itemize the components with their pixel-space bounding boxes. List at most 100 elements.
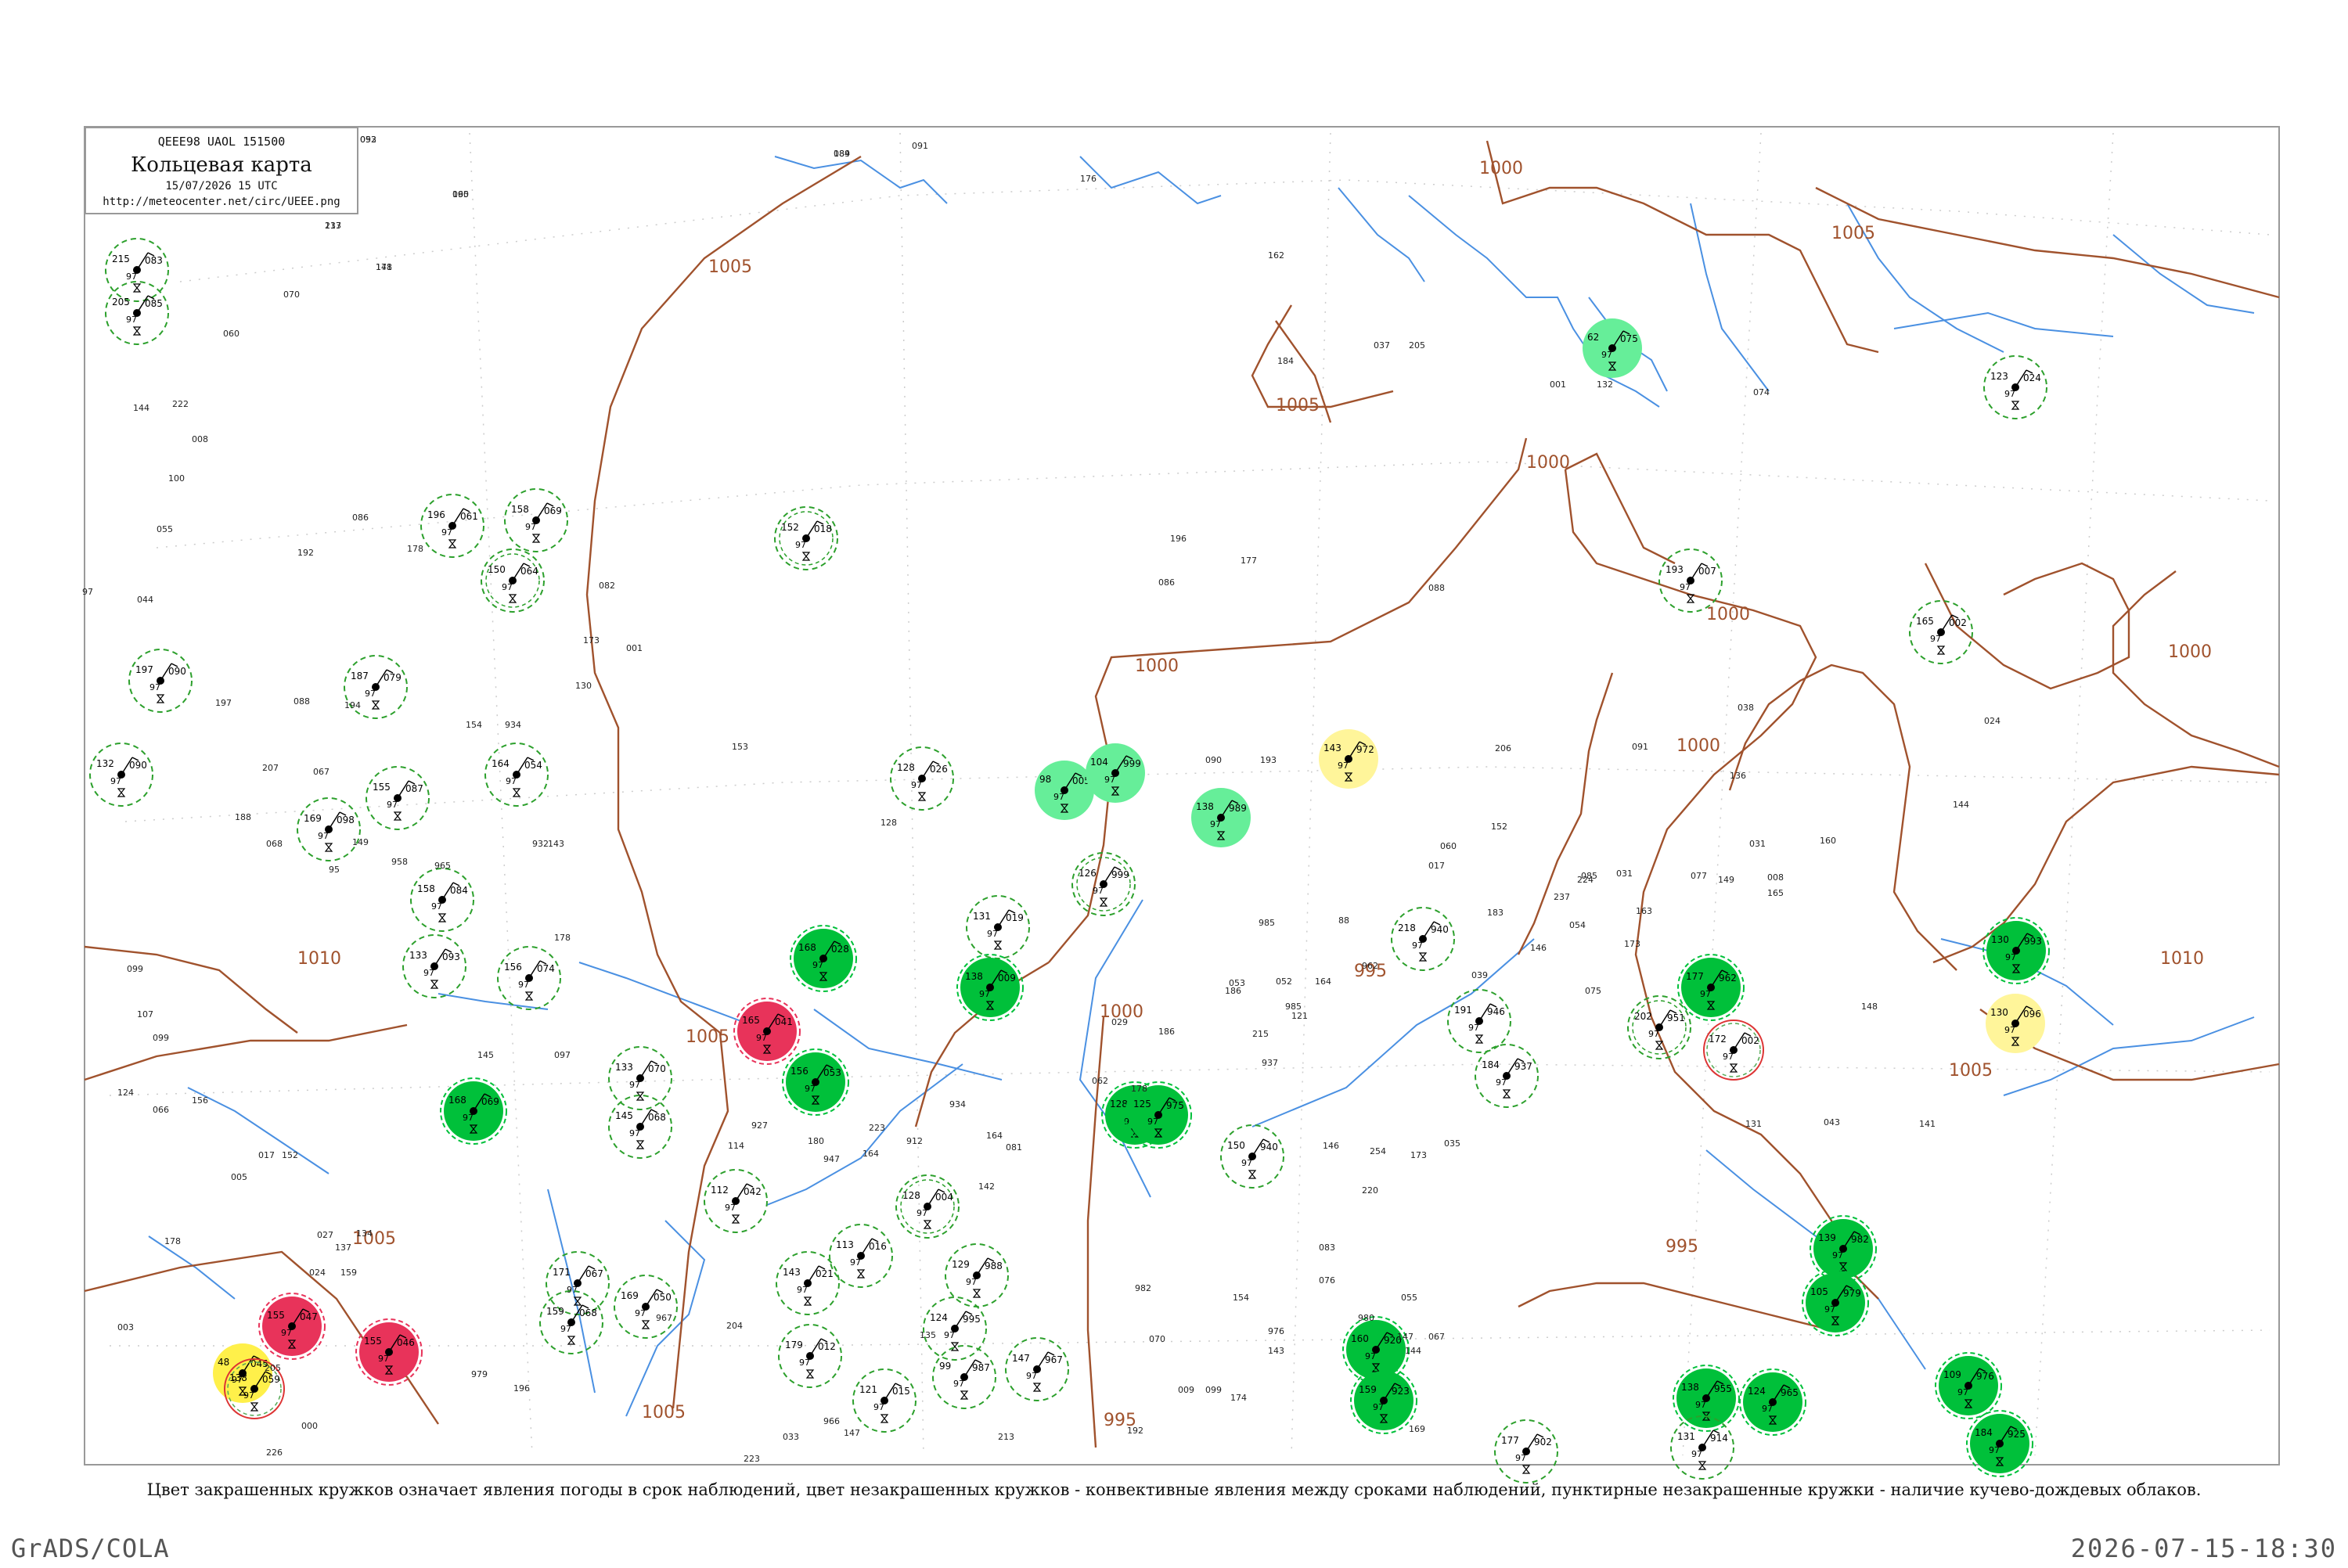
station-marker[interactable]: 126 999 97	[1071, 852, 1136, 916]
station-marker[interactable]: 179 012 97	[778, 1324, 842, 1388]
station-marker[interactable]: 138 009 97	[956, 954, 1024, 1021]
station-marker[interactable]: 159 068 97	[539, 1290, 603, 1354]
isobar-label: 1005	[1949, 1061, 1993, 1081]
station-marker[interactable]: 133 070 97	[608, 1046, 672, 1110]
station-marker[interactable]: 133 093 97	[402, 934, 466, 998]
station-marker[interactable]: 124 965 97	[1739, 1368, 1806, 1436]
station-marker[interactable]: 123 024 97	[1983, 355, 2047, 419]
station-marker[interactable]: 138 955 97	[1673, 1365, 1740, 1432]
station-marker[interactable]: 193 007 97	[1658, 548, 1723, 613]
station-pressure: 047	[300, 1311, 318, 1322]
station-reading: 934	[505, 720, 521, 730]
station-marker[interactable]: 145 068 97	[608, 1095, 672, 1159]
station-marker[interactable]: 128 026 97	[890, 746, 954, 811]
station-marker[interactable]: 98 00597	[1035, 761, 1094, 820]
station-marker[interactable]: 168 028 97	[790, 925, 857, 992]
station-marker[interactable]: 139 982 97	[1810, 1215, 1877, 1282]
station-pressure: 012	[818, 1341, 836, 1352]
weather-symbol	[393, 811, 402, 821]
weather-symbol	[731, 1214, 740, 1224]
station-marker[interactable]: 218 940 97	[1391, 907, 1455, 971]
station-temperature: 218	[1398, 922, 1416, 933]
station-temperature: 138	[965, 971, 983, 982]
station-reading: 143	[548, 839, 564, 849]
station-reading: 980	[1358, 1313, 1374, 1323]
station-marker[interactable]: 169 050 97	[614, 1275, 678, 1339]
station-marker[interactable]: 150 940 97	[1220, 1124, 1284, 1189]
station-marker[interactable]: 169 098 97	[297, 797, 361, 861]
station-reading: 173	[583, 635, 600, 646]
station-marker[interactable]: 196 061 97	[420, 494, 484, 558]
station-marker[interactable]: 202 951 97	[1627, 995, 1691, 1059]
station-dewpoint: 97	[944, 1330, 955, 1340]
station-reading: 183	[1487, 908, 1504, 918]
station-reading: 035	[1444, 1138, 1460, 1149]
station-marker[interactable]: 156 053 97	[782, 1048, 849, 1116]
station-pressure: 070	[648, 1063, 666, 1074]
station-marker[interactable]: 155 047 97	[258, 1293, 326, 1360]
station-marker[interactable]: 130 096 97	[1986, 994, 2045, 1053]
station-marker[interactable]: 177 962 97	[1677, 954, 1745, 1021]
station-marker[interactable]: 131 019 97	[966, 895, 1030, 959]
station-marker[interactable]: 171 067 97	[546, 1251, 610, 1315]
station-marker[interactable]: 121 015 97	[852, 1368, 917, 1433]
station-marker[interactable]: 129 988 97	[945, 1243, 1009, 1307]
station-marker[interactable]: 138 989 97	[1191, 788, 1251, 847]
station-pressure: 902	[1534, 1437, 1552, 1448]
station-marker[interactable]: 62 075 97	[1583, 318, 1642, 378]
station-marker[interactable]: 158 069 97	[504, 488, 568, 552]
station-dewpoint: 97	[797, 1285, 808, 1295]
weather-symbol	[1729, 1063, 1738, 1073]
station-marker[interactable]: 128 004 97	[895, 1174, 960, 1239]
station-temperature: 105	[1810, 1286, 1828, 1297]
weather-symbol	[856, 1269, 866, 1278]
station-marker[interactable]: 99 987 97	[932, 1345, 996, 1409]
isobars	[84, 140, 2280, 1448]
station-pressure: 951	[1667, 1012, 1685, 1023]
station-marker[interactable]: 205 085 97	[105, 281, 169, 345]
station-marker[interactable]: 184 925 97	[1966, 1410, 2033, 1477]
weather-symbol	[512, 788, 521, 797]
header-codes: QEEE98 UAOL 151500	[157, 135, 286, 149]
station-marker[interactable]: 112 042 97	[704, 1169, 768, 1233]
station-marker[interactable]: 159 923 97	[1350, 1367, 1417, 1434]
station-temperature: 169	[621, 1290, 639, 1301]
station-pressure: 064	[520, 566, 538, 577]
station-marker[interactable]: 197 090 97	[128, 649, 193, 713]
station-marker[interactable]: 165 041 97	[733, 998, 801, 1065]
station-pressure: 988	[985, 1261, 1003, 1271]
station-marker[interactable]: 109 976 97	[1935, 1352, 2002, 1419]
station-marker[interactable]: 143 972 97	[1319, 729, 1378, 789]
station-marker[interactable]: 150 064 97	[481, 548, 545, 613]
station-reading: 162	[1268, 250, 1284, 261]
station-marker[interactable]: 191 946 97	[1447, 989, 1511, 1053]
station-marker[interactable]: 215 083 97	[105, 238, 169, 302]
station-marker[interactable]: 132 090 97	[89, 743, 153, 807]
station-marker[interactable]: 172 002 97	[1703, 1020, 1764, 1081]
station-dewpoint: 97	[2004, 389, 2015, 399]
weather-symbol	[1418, 952, 1428, 962]
station-reading: 131	[1745, 1119, 1762, 1129]
station-reading: 937	[1262, 1058, 1278, 1068]
station-reading: 005	[231, 1172, 247, 1182]
station-marker[interactable]: 152 018 97	[774, 506, 838, 570]
station-marker[interactable]: 156 074 97	[497, 946, 561, 1010]
station-marker[interactable]: 155 046 97	[355, 1318, 423, 1386]
station-marker[interactable]: 104 999 97	[1086, 743, 1145, 803]
station-marker[interactable]: 158 084 97	[410, 868, 474, 932]
station-marker[interactable]: 168 069 97	[440, 1077, 507, 1145]
station-dewpoint: 97	[1680, 582, 1691, 592]
station-reading: 966	[823, 1416, 840, 1426]
station-marker[interactable]: 143 021 97	[776, 1251, 840, 1315]
station-reading: 039	[1471, 970, 1488, 980]
station-marker[interactable]: 155 087 97	[366, 766, 430, 830]
station-reading: 196	[1170, 534, 1187, 544]
station-marker[interactable]: 130 993 97	[1982, 917, 2050, 984]
station-marker[interactable]: 177 902 97	[1494, 1419, 1558, 1483]
station-reading: 159	[340, 1268, 357, 1278]
weather-symbol	[923, 1220, 932, 1229]
station-marker[interactable]: 147 967 97	[1005, 1337, 1069, 1401]
station-marker[interactable]: 184 937 97	[1475, 1044, 1539, 1108]
header-url[interactable]: http://meteocenter.net/circ/UEEE.png	[86, 196, 357, 208]
station-dewpoint: 97	[873, 1402, 884, 1412]
